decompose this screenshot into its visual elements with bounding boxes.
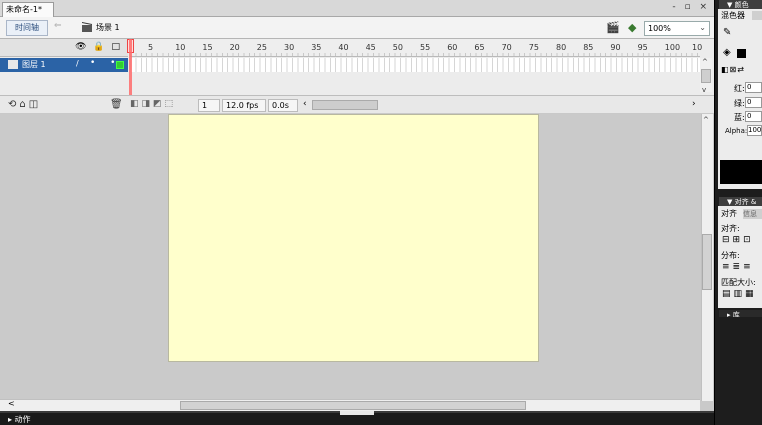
fill-color-icon[interactable]: ◈ [723,47,731,58]
frame-ruler-tick: 55 [420,43,431,52]
fill-color-swatch[interactable] [737,49,746,58]
frame-row[interactable] [130,58,700,72]
frame-ruler-tick: 65 [474,43,485,52]
scroll-right-icon[interactable]: › [692,99,696,109]
layer-row[interactable]: 图层 1 / • • [0,58,128,72]
tab-align[interactable]: 对齐 [721,208,737,219]
frame-ruler-tick: 20 [229,43,240,52]
frame-ruler-tick: 30 [284,43,295,52]
frame-ruler-tick: 80 [556,43,567,52]
trash-icon[interactable]: 🗑 [110,99,123,110]
scene-label: 场景 1 [96,23,120,32]
swap-colors-icons[interactable]: ◧⊠⇄ [721,65,745,74]
library-panel [718,317,762,425]
frame-ruler-tick: 50 [392,43,403,52]
chevron-down-icon[interactable]: v [702,86,706,94]
timeline-panel: 👁 🔒 □ 图层 1 / • • 5 10 15 20 25 30 35 40 45 50 55 60… [0,39,714,113]
alpha-field[interactable]: 100 [747,125,762,136]
color-panel-title[interactable]: ▼ 颜色 [719,0,762,9]
stroke-color-icon[interactable]: ✎ [723,27,731,38]
frame-ruler-tick: 90 [610,43,621,52]
frame-rate-field[interactable]: 12.0 fps [222,99,266,112]
panel-resize-grip[interactable] [340,411,374,415]
chevron-up-icon[interactable]: ^ [703,116,709,124]
distribute-buttons-icons[interactable]: ≡≣≡ [722,262,754,272]
timeline-horizontal-scroll-thumb[interactable] [312,100,378,110]
align-label: 对齐: [721,224,740,233]
window-controls[interactable]: - ▫ × [672,2,710,12]
frame-ruler-tick: 75 [528,43,539,52]
distribute-label: 分布: [721,251,740,260]
frame-ruler-tick: 5 [148,43,154,52]
stage-canvas[interactable] [168,114,539,362]
frame-ruler-tick: 15 [202,43,213,52]
onion-skin-icons[interactable]: ◧◨◩⬚ [130,99,176,109]
layer-column-icons[interactable]: 👁 🔒 □ [75,42,122,52]
align-buttons-icons[interactable]: ⊟⊞⊡ [722,235,754,245]
frame-ruler-tick: 100 [664,43,681,52]
red-label: 红: [734,84,745,93]
layer-header: 👁 🔒 □ [0,39,128,57]
layer-icon [8,60,18,69]
stage-horizontal-scroll-thumb[interactable] [180,401,526,410]
document-tab-bar: 未命名-1* - ▫ × [0,0,714,17]
actions-panel-label[interactable]: ▸ 动作 [8,414,31,425]
stage-vertical-scroll-thumb[interactable] [702,234,712,290]
timeline-footer: ⟲⌂◫ 🗑 ◧◨◩⬚ 1 12.0 fps 0.0s ‹ › [0,95,714,113]
scroll-left-icon[interactable]: ‹ [303,99,307,109]
scroll-left-icon[interactable]: < [8,399,15,408]
tab-swatches[interactable] [752,11,762,20]
layer-tools-icons[interactable]: ⟲⌂◫ [8,99,41,110]
match-size-label: 匹配大小: [721,278,756,287]
frame-ruler-tick: 85 [583,43,594,52]
frame-ruler-tick: 70 [501,43,512,52]
clapper-icon [82,22,92,32]
edit-symbols-icon[interactable]: 🎬 [606,21,620,34]
zoom-value: 100% [648,24,671,33]
frame-ruler-tick: 10 [175,43,186,52]
layer-outline-toggle[interactable] [116,61,124,69]
frame-ruler-tick: 25 [256,43,267,52]
stage-area: ^ [0,114,714,401]
frame-ruler-tick: 60 [447,43,458,52]
edit-scene-icon[interactable]: ◆ [628,21,636,34]
green-field[interactable]: 0 [745,97,762,108]
align-panel-title[interactable]: ▼ 对齐 & [719,197,762,206]
frame-ruler-tick: 40 [338,43,349,52]
green-label: 绿: [734,99,745,108]
layer-name: 图层 1 [22,60,46,69]
zoom-select[interactable]: 100% ⌄ [644,21,710,36]
blue-label: 蓝: [734,113,745,122]
frame-ruler-tick: 45 [365,43,376,52]
tab-color-mixer[interactable]: 混色器 [721,10,745,21]
frame-ruler[interactable]: 5 10 15 20 25 30 35 40 45 50 55 60 65 70 75 80 85 90 95 100… [130,39,703,57]
actions-panel-bar[interactable]: ▸ 动作 [0,411,714,425]
timeline-toggle-button[interactable]: 时间轴 [6,20,48,36]
pencil-icon: / [76,59,79,68]
chevron-up-icon[interactable]: ^ [702,58,708,66]
frame-ruler-tick: 95 [637,43,648,52]
color-preview-swatch [720,160,762,184]
frame-ruler-tick: 35 [311,43,322,52]
chevron-down-icon: ⌄ [699,23,706,32]
tab-info[interactable]: 信息 [743,209,762,219]
document-tab[interactable]: 未命名-1* [2,2,54,17]
elapsed-time-field: 0.0s [268,99,298,112]
alpha-label: Alpha: [725,127,748,135]
red-field[interactable]: 0 [745,82,762,93]
blue-field[interactable]: 0 [745,111,762,122]
match-size-buttons-icons[interactable]: ▤▥▦ [722,289,757,299]
edit-bar: 时间轴 ⇐ 场景 1 🎬 ◆ 100% ⌄ [0,17,714,39]
back-arrow-icon[interactable]: ⇐ [54,21,62,31]
current-frame-field: 1 [198,99,220,112]
frame-ruler-tick: 10 [692,43,703,52]
timeline-scroll-thumb[interactable] [701,69,711,83]
